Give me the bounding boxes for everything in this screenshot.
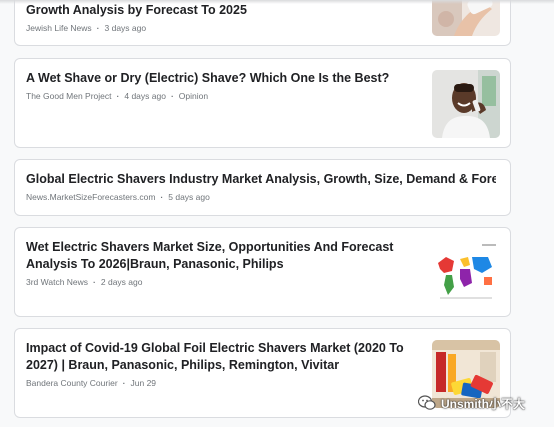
news-title[interactable]: A Wet Shave or Dry (Electric) Shave? Whi…: [26, 70, 431, 87]
watermark-text: Unsmith小不大: [441, 396, 526, 411]
news-card[interactable]: Growth Analysis by Forecast To 2025 Jewi…: [14, 0, 511, 46]
news-time: 4 days ago: [124, 91, 166, 101]
news-source: News.MarketSizeForecasters.com: [26, 192, 156, 202]
meta-separator: ·: [170, 91, 174, 101]
news-meta: 3rd Watch News · 2 days ago: [26, 277, 431, 288]
meta-separator: ·: [116, 91, 120, 101]
news-time: 5 days ago: [168, 192, 210, 202]
watermark: Unsmith小不大: [418, 392, 552, 414]
news-source: 3rd Watch News: [26, 277, 89, 287]
wechat-icon: [418, 395, 436, 410]
meta-separator: ·: [160, 192, 164, 202]
news-meta: Bandera County Courier · Jun 29: [26, 378, 431, 389]
news-meta: Jewish Life News · 3 days ago: [26, 23, 431, 34]
news-time: 2 days ago: [100, 277, 143, 287]
news-time: Jun 29: [130, 378, 157, 388]
news-tag: Opinion: [178, 91, 209, 101]
news-meta: The Good Men Project · 4 days ago · Opinion: [26, 91, 431, 102]
news-card[interactable]: A Wet Shave or Dry (Electric) Shave? Whi…: [14, 58, 511, 148]
news-title[interactable]: Impact of Covid-19 Global Foil Electric …: [26, 340, 431, 374]
news-card[interactable]: Global Electric Shavers Industry Market …: [14, 159, 511, 216]
news-time: 3 days ago: [104, 23, 147, 33]
news-thumbnail[interactable]: [432, 0, 500, 36]
news-results: Growth Analysis by Forecast To 2025 Jewi…: [0, 0, 554, 427]
meta-separator: ·: [122, 378, 126, 388]
news-source: The Good Men Project: [26, 91, 112, 101]
news-title[interactable]: Growth Analysis by Forecast To 2025: [26, 2, 431, 19]
header-shadow: [0, 0, 554, 4]
meta-separator: ·: [96, 23, 100, 33]
news-source: Bandera County Courier: [26, 378, 118, 388]
news-thumbnail[interactable]: [432, 239, 500, 307]
news-title[interactable]: Wet Electric Shavers Market Size, Opport…: [26, 239, 431, 273]
news-card[interactable]: Wet Electric Shavers Market Size, Opport…: [14, 227, 511, 317]
meta-separator: ·: [93, 277, 96, 287]
news-title[interactable]: Global Electric Shavers Industry Market …: [26, 171, 496, 188]
news-meta: News.MarketSizeForecasters.com · 5 days ag…: [26, 192, 496, 203]
news-thumbnail[interactable]: [432, 70, 500, 138]
news-source: Jewish Life News: [26, 23, 92, 33]
